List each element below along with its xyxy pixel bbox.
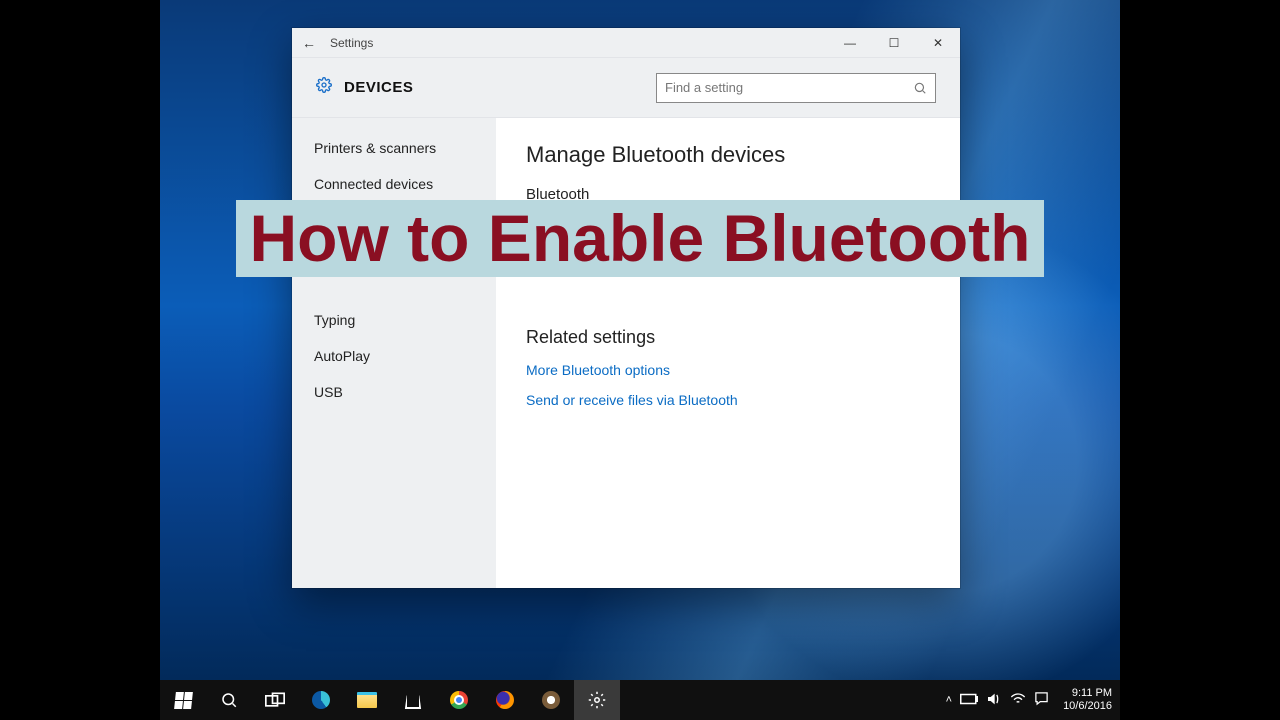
link-send-receive-bt[interactable]: Send or receive files via Bluetooth — [526, 392, 930, 408]
tray-battery-icon[interactable] — [960, 693, 978, 708]
link-more-bt-options[interactable]: More Bluetooth options — [526, 362, 930, 378]
window-title: Settings — [326, 36, 828, 50]
search-input[interactable]: Find a setting — [656, 73, 936, 103]
caption-text: How to Enable Bluetooth — [236, 200, 1045, 277]
video-caption-overlay: How to Enable Bluetooth — [160, 200, 1120, 277]
tray-volume-icon[interactable] — [986, 692, 1002, 709]
taskbar-app-edge[interactable] — [298, 680, 344, 720]
taskbar-app-chrome[interactable] — [436, 680, 482, 720]
tray-overflow-icon[interactable]: ˄ — [946, 694, 952, 706]
cortana-search-icon[interactable] — [206, 680, 252, 720]
task-view-icon[interactable] — [252, 680, 298, 720]
sidebar-item-autoplay[interactable]: AutoPlay — [292, 338, 496, 374]
taskbar-app-paint[interactable] — [528, 680, 574, 720]
tray-wifi-icon[interactable] — [1010, 692, 1026, 709]
sidebar-item-printers[interactable]: Printers & scanners — [292, 130, 496, 166]
page-heading: Manage Bluetooth devices — [526, 142, 930, 168]
close-button[interactable]: ✕ — [916, 28, 960, 58]
start-button[interactable] — [160, 680, 206, 720]
search-placeholder: Find a setting — [665, 80, 913, 95]
taskbar-app-firefox[interactable] — [482, 680, 528, 720]
sidebar-item-usb[interactable]: USB — [292, 374, 496, 410]
tray-notifications-icon[interactable] — [1034, 691, 1049, 709]
back-button[interactable]: ← — [292, 35, 326, 51]
window-titlebar: ← Settings — ☐ ✕ — [292, 28, 960, 58]
related-heading: Related settings — [526, 327, 930, 348]
taskbar-app-store[interactable] — [390, 680, 436, 720]
settings-window: ← Settings — ☐ ✕ DEVICES Find a setting … — [292, 28, 960, 588]
search-icon — [913, 81, 927, 95]
maximize-button[interactable]: ☐ — [872, 28, 916, 58]
taskbar-app-explorer[interactable] — [344, 680, 390, 720]
category-title: DEVICES — [344, 79, 413, 96]
taskbar-clock[interactable]: 9:11 PM 10/6/2016 — [1057, 687, 1112, 712]
settings-sidebar: Printers & scanners Connected devices Ty… — [292, 118, 496, 588]
settings-content: Manage Bluetooth devices Bluetooth Relat… — [496, 118, 960, 588]
minimize-button[interactable]: — — [828, 28, 872, 58]
gear-icon — [316, 77, 332, 98]
sidebar-item-typing[interactable]: Typing — [292, 302, 496, 338]
clock-date: 10/6/2016 — [1063, 700, 1112, 713]
taskbar: ˄ 9:11 PM 10/6/2016 — [160, 680, 1120, 720]
taskbar-app-settings[interactable] — [574, 680, 620, 720]
sidebar-item-connected[interactable]: Connected devices — [292, 166, 496, 202]
settings-header: DEVICES Find a setting — [292, 58, 960, 118]
clock-time: 9:11 PM — [1063, 687, 1112, 700]
